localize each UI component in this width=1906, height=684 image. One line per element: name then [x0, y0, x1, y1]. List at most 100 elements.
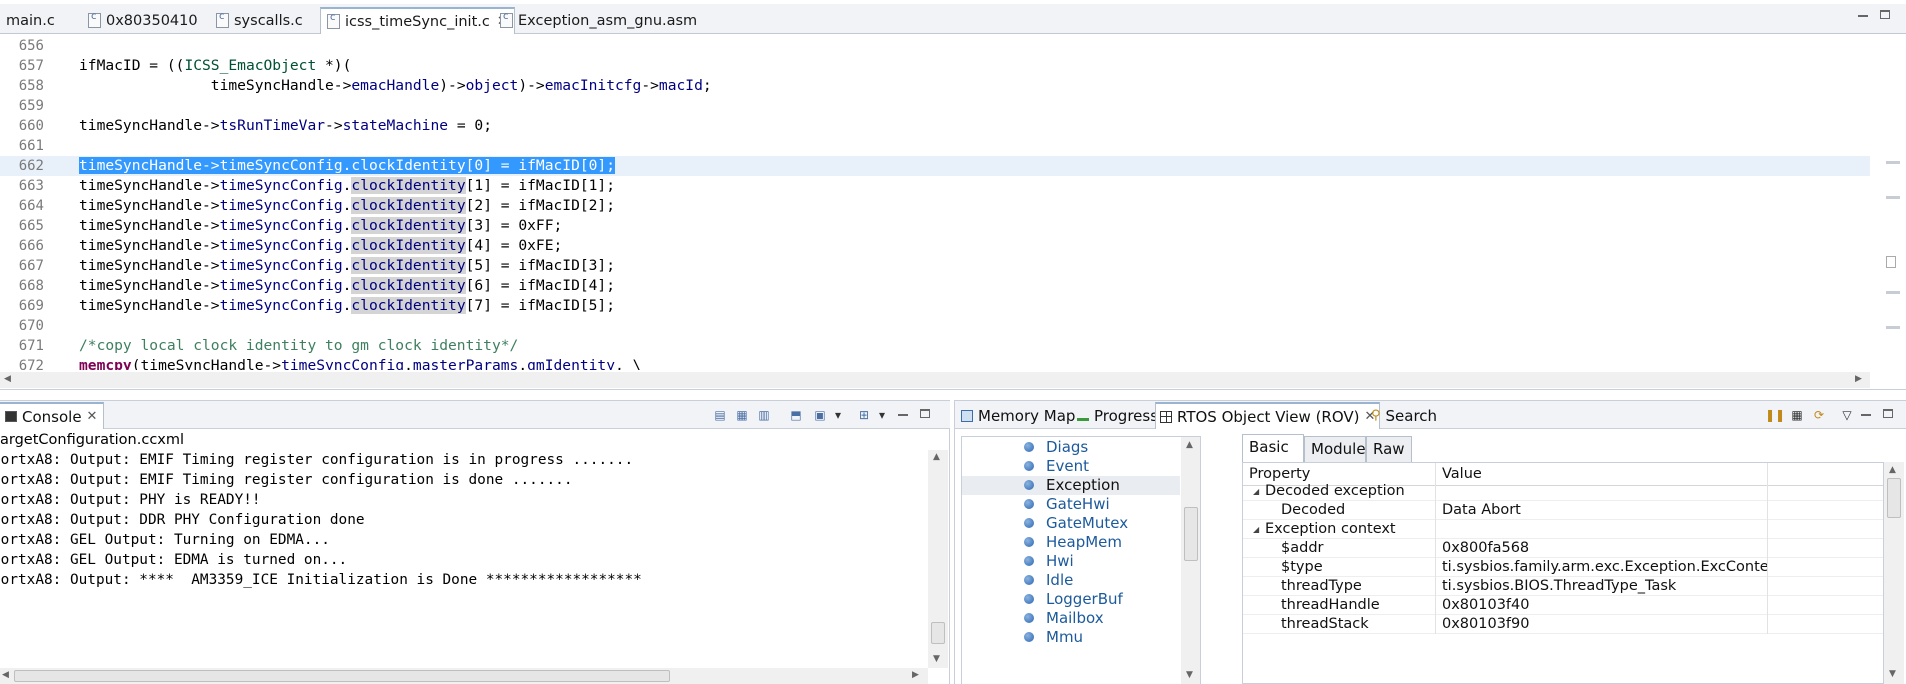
- tab-search[interactable]: ⚲ Search: [1367, 402, 1441, 429]
- overview-marker[interactable]: [1886, 256, 1896, 268]
- code-line[interactable]: 663 timeSyncHandle->timeSyncConfig.clockI…: [0, 176, 1870, 196]
- table-row[interactable]: threadType ti.sysbios.BIOS.ThreadType_Tas…: [1243, 577, 1883, 596]
- property-vertical-scrollbar[interactable]: ▲ ▼: [1884, 462, 1904, 684]
- code-line[interactable]: 660 timeSyncHandle->tsRunTimeVar->stateMa…: [0, 116, 1870, 136]
- tab-raw[interactable]: Raw: [1366, 436, 1412, 462]
- tree-item[interactable]: HeapMem: [962, 533, 1180, 552]
- overview-ruler[interactable]: [1872, 36, 1906, 370]
- code-line[interactable]: 671 /*copy local clock identity to gm clo…: [0, 336, 1870, 356]
- expand-icon[interactable]: ◢: [1253, 520, 1259, 539]
- code-line[interactable]: 667 timeSyncHandle->timeSyncConfig.clockI…: [0, 256, 1870, 276]
- code-line[interactable]: 672 memcpy(timeSyncHandle->timeSyncConfig…: [0, 356, 1870, 370]
- tab-rtos-object-view[interactable]: RTOS Object View (ROV) ✕: [1155, 402, 1381, 429]
- tree-item[interactable]: Mmu: [962, 628, 1180, 647]
- tree-item[interactable]: GateHwi: [962, 495, 1180, 514]
- tab-icss-timesync-init-c[interactable]: icss_timeSync_init.c ✕: [320, 7, 515, 34]
- scroll-down-icon[interactable]: ▼: [933, 654, 940, 664]
- scroll-right-icon[interactable]: ▶: [1855, 374, 1862, 384]
- refresh-icon[interactable]: ⟳: [1811, 407, 1827, 423]
- tab-basic[interactable]: Basic: [1242, 434, 1304, 462]
- console-horizontal-scrollbar[interactable]: ◀ ▶: [0, 668, 928, 684]
- minimize-icon[interactable]: [898, 414, 908, 416]
- tree-item[interactable]: Diags: [962, 438, 1180, 457]
- tab-syscalls-c[interactable]: syscalls.c: [210, 7, 309, 34]
- tree-item[interactable]: Hwi: [962, 552, 1180, 571]
- overview-mark[interactable]: [1886, 291, 1900, 294]
- minimize-icon[interactable]: [1858, 15, 1868, 17]
- code-line[interactable]: 664 timeSyncHandle->timeSyncConfig.clockI…: [0, 196, 1870, 216]
- code-line[interactable]: 665 timeSyncHandle->timeSyncConfig.clockI…: [0, 216, 1870, 236]
- table-icon[interactable]: ▦: [1789, 407, 1805, 423]
- scrollbar-thumb[interactable]: [931, 622, 945, 644]
- scroll-up-icon[interactable]: ▲: [933, 452, 940, 462]
- code-line[interactable]: 670: [0, 316, 1870, 336]
- table-row[interactable]: ◢ Decoded exception: [1243, 482, 1883, 501]
- tab-memory-map[interactable]: Memory Map: [957, 402, 1079, 429]
- tab-progress[interactable]: Progress: [1073, 402, 1162, 429]
- maximize-icon[interactable]: [920, 409, 930, 418]
- code-line[interactable]: 662 timeSyncHandle->timeSyncConfig.clockI…: [0, 156, 1870, 176]
- scroll-down-icon[interactable]: ▼: [1186, 670, 1193, 680]
- console-vertical-scrollbar[interactable]: ▲ ▼: [928, 450, 948, 668]
- code-line[interactable]: 666 timeSyncHandle->timeSyncConfig.clockI…: [0, 236, 1870, 256]
- overview-mark[interactable]: [1886, 326, 1900, 329]
- code-line[interactable]: 668 timeSyncHandle->timeSyncConfig.clockI…: [0, 276, 1870, 296]
- tab-module[interactable]: Module: [1304, 436, 1366, 462]
- code-line[interactable]: 661: [0, 136, 1870, 156]
- code-line[interactable]: 657 ifMacID = ((ICSS_EmacObject *)(: [0, 56, 1870, 76]
- tab-0x80350410[interactable]: 0x80350410: [82, 7, 204, 34]
- scrollbar-thumb[interactable]: [1184, 507, 1198, 561]
- scroll-up-icon[interactable]: ▲: [1889, 465, 1896, 475]
- overview-mark[interactable]: [1886, 196, 1900, 199]
- tab-exception-asm-gnu[interactable]: Exception_asm_gnu.asm: [494, 7, 703, 34]
- code-line[interactable]: 656: [0, 36, 1870, 56]
- tree-item[interactable]: Mailbox: [962, 609, 1180, 628]
- scrollbar-thumb[interactable]: [14, 670, 670, 682]
- code-area[interactable]: 656 657 ifMacID = ((ICSS_EmacObject *)(658…: [0, 36, 1870, 370]
- tree-item[interactable]: GateMutex: [962, 514, 1180, 533]
- tree-vertical-scrollbar[interactable]: ▲ ▼: [1181, 437, 1200, 684]
- tab-console[interactable]: Console ✕: [0, 402, 105, 429]
- view-menu-icon[interactable]: ▽: [1839, 407, 1855, 423]
- rov-module-tree[interactable]: Mmu Mailbox LoggerBuf Idle Hwi HeapMem GateMut…: [961, 436, 1201, 684]
- pin-console-icon[interactable]: ⬒: [788, 407, 804, 423]
- scroll-down-icon[interactable]: ▼: [1889, 669, 1896, 679]
- overview-mark[interactable]: [1886, 161, 1900, 164]
- chevron-down-icon[interactable]: ▾: [830, 407, 846, 423]
- property-table[interactable]: Property Value ◢ Decoded exception Decoded…: [1242, 462, 1884, 684]
- editor-horizontal-scrollbar[interactable]: ◀ ▶: [0, 372, 1870, 388]
- word-wrap-icon[interactable]: ▥: [756, 407, 772, 423]
- tab-main-c[interactable]: main.c: [0, 7, 61, 34]
- open-console-icon[interactable]: ⊞: [856, 407, 872, 423]
- scrollbar-thumb[interactable]: [1887, 478, 1901, 518]
- table-row[interactable]: $type ti.sysbios.family.arm.exc.Exception…: [1243, 558, 1883, 577]
- code-editor[interactable]: main.c 0x80350410 syscalls.c icss_timeSy…: [0, 0, 1906, 390]
- minimize-icon[interactable]: [1861, 414, 1871, 416]
- tree-item[interactable]: LoggerBuf: [962, 590, 1180, 609]
- maximize-icon[interactable]: [1880, 10, 1890, 19]
- code-line[interactable]: 658 timeSyncHandle->emacHandle)->object)…: [0, 76, 1870, 96]
- scroll-right-icon[interactable]: ▶: [912, 670, 919, 680]
- display-console-icon[interactable]: ▣: [812, 407, 828, 423]
- scroll-left-icon[interactable]: ◀: [4, 374, 11, 384]
- table-row[interactable]: ◢ Exception context: [1243, 520, 1883, 539]
- scroll-left-icon[interactable]: ◀: [2, 670, 9, 680]
- table-row[interactable]: threadHandle 0x80103f40: [1243, 596, 1883, 615]
- code-line[interactable]: 669 timeSyncHandle->timeSyncConfig.clockI…: [0, 296, 1870, 316]
- scroll-lock-icon[interactable]: ▦: [734, 407, 750, 423]
- table-row[interactable]: Decoded Data Abort: [1243, 501, 1883, 520]
- tree-item[interactable]: Event: [962, 457, 1180, 476]
- clear-console-icon[interactable]: ▤: [712, 407, 728, 423]
- expand-icon[interactable]: ◢: [1253, 482, 1259, 501]
- console-output[interactable]: CortxA8: Output: EMIF Timing register co…: [0, 450, 928, 668]
- close-icon[interactable]: ✕: [87, 409, 98, 424]
- chevron-down-icon[interactable]: ▾: [874, 407, 890, 423]
- pause-icon[interactable]: ❚❚: [1765, 407, 1785, 423]
- table-row[interactable]: threadStack 0x80103f90: [1243, 615, 1883, 634]
- table-row[interactable]: $addr 0x800fa568: [1243, 539, 1883, 558]
- scroll-up-icon[interactable]: ▲: [1186, 440, 1193, 450]
- tree-item[interactable]: Idle: [962, 571, 1180, 590]
- maximize-icon[interactable]: [1883, 409, 1893, 418]
- tree-item[interactable]: Exception: [962, 476, 1180, 495]
- code-line[interactable]: 659: [0, 96, 1870, 116]
